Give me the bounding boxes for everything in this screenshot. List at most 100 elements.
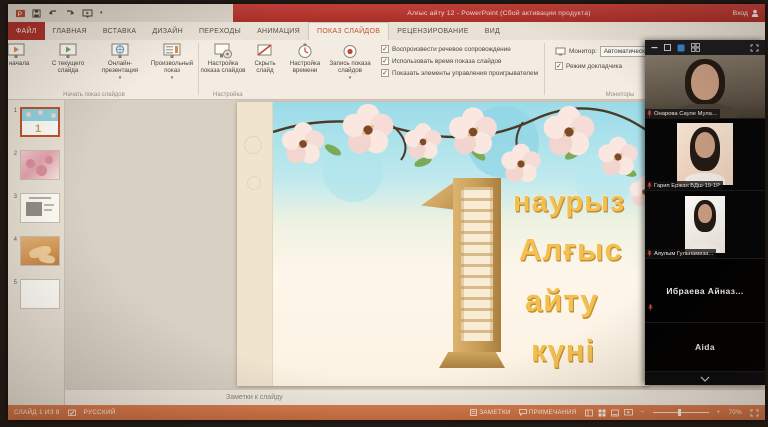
window-title: Алғыс айту 12 - PowerPoint (Сбой активац… xyxy=(407,10,590,17)
notes-pane[interactable]: Заметки к слайду xyxy=(66,389,765,405)
reading-view-icon[interactable] xyxy=(611,409,619,417)
setup-slideshow-icon xyxy=(213,43,233,60)
zoom-meeting-panel: Онарова Сауле Мула... Гарип Ержан БДш-19… xyxy=(645,40,765,385)
thumbnail-image[interactable] xyxy=(20,150,60,180)
rehearse-timings-icon xyxy=(296,43,314,60)
monitor-label: Монитор: xyxy=(569,48,597,55)
save-icon[interactable] xyxy=(32,9,41,18)
participant-name-bar: Онарова Сауле Мула... xyxy=(645,109,720,118)
monitor-select-value: Автоматически xyxy=(604,48,649,55)
thumbnail-image[interactable] xyxy=(20,279,60,309)
thumbnail-image[interactable]: 1 xyxy=(20,107,60,137)
tab-design[interactable]: ДИЗАЙН xyxy=(144,22,191,40)
muted-mic-icon xyxy=(648,304,653,311)
participant-face xyxy=(677,123,733,185)
checkbox-use-timings[interactable]: ✓ Использовать время показа слайдов xyxy=(381,57,538,65)
thumbnail-slide-3[interactable]: 3 xyxy=(10,193,61,223)
slideshow-view-icon[interactable] xyxy=(624,409,633,417)
zoom-slider-thumb[interactable] xyxy=(678,409,681,416)
comments-toggle-button[interactable]: ПРИМЕЧАНИЯ xyxy=(519,409,577,416)
custom-show-icon xyxy=(162,43,182,60)
tab-home[interactable]: ГЛАВНАЯ xyxy=(45,22,95,40)
present-online-button[interactable]: Онлайн-презентация ▾ xyxy=(94,40,146,90)
tab-review[interactable]: РЕЦЕНЗИРОВАНИЕ xyxy=(389,22,477,40)
speaker-view-icon[interactable] xyxy=(664,44,671,51)
normal-view-icon[interactable] xyxy=(585,409,593,417)
notes-icon xyxy=(470,409,477,416)
participant-video-3[interactable]: Аяулым Гульнамиза... xyxy=(645,191,765,259)
checkbox-icon: ✓ xyxy=(381,57,389,65)
thumbnail-art xyxy=(44,204,54,206)
checkbox-show-media-controls[interactable]: ✓ Показать элементы управления проигрыва… xyxy=(381,69,538,77)
muted-mic-icon xyxy=(647,110,652,117)
undo-icon[interactable] xyxy=(48,9,58,18)
participant-video-2[interactable]: Гарип Ержан БДш-19-1Р xyxy=(645,119,765,191)
minimize-icon[interactable] xyxy=(651,44,658,51)
from-current-slide-button[interactable]: С текущего слайда xyxy=(42,40,94,90)
thumbnail-number: 4 xyxy=(10,236,17,266)
sign-in-button[interactable]: Вход xyxy=(733,4,759,22)
participant-video-1[interactable]: Онарова Сауле Мула... xyxy=(645,55,765,119)
participant-video-5[interactable]: Aida xyxy=(645,323,765,372)
checkbox-icon: ✓ xyxy=(381,45,389,53)
checkbox-play-narrations[interactable]: ✓ Воспроизвести речевое сопровождение xyxy=(381,45,538,53)
participant-name: Онарова Сауле Мула... xyxy=(654,111,717,117)
panel-collapse-button[interactable] xyxy=(645,372,765,385)
checkbox-label: Воспроизвести речевое сопровождение xyxy=(392,46,511,53)
thumbnail-slide-5[interactable]: 5 xyxy=(10,279,61,309)
thumbnail-art xyxy=(21,237,59,265)
thumbnail-slide-1[interactable]: 1 1 xyxy=(10,107,61,137)
comments-icon xyxy=(519,409,527,416)
zoom-slider[interactable] xyxy=(653,412,709,413)
hide-slide-button[interactable]: Скрыть слайд xyxy=(247,40,283,90)
fit-to-window-icon[interactable] xyxy=(750,409,759,417)
thumbnail-number: 5 xyxy=(10,279,17,309)
slide-ornament-band xyxy=(237,102,273,386)
group-label-setup: Настройка xyxy=(199,92,544,98)
tab-transitions[interactable]: ПЕРЕХОДЫ xyxy=(191,22,249,40)
active-view-icon[interactable] xyxy=(677,44,685,52)
tab-animations[interactable]: АНИМАЦИЯ xyxy=(249,22,308,40)
redo-icon[interactable] xyxy=(65,9,75,18)
tab-view[interactable]: ВИД xyxy=(477,22,508,40)
participant-video-4[interactable]: Ибраева Айназ... xyxy=(645,259,765,323)
participant-name: Ибраева Айназ... xyxy=(645,259,765,322)
slide-sorter-view-icon[interactable] xyxy=(598,409,606,417)
slide-canvas[interactable]: наурыз Алғыс айту күні xyxy=(237,102,649,386)
powerpoint-window: P ▾ Алғыс айту 12 - PowerPoint (Сбой акт… xyxy=(8,4,765,420)
record-slideshow-button[interactable]: Запись показа слайдов ▾ xyxy=(327,40,373,90)
from-beginning-icon xyxy=(8,43,26,60)
qat-customize-icon[interactable]: ▾ xyxy=(100,10,103,16)
from-beginning-button[interactable]: С начала xyxy=(8,40,42,90)
tab-slideshow[interactable]: ПОКАЗ СЛАЙДОВ xyxy=(308,22,389,40)
record-slideshow-icon xyxy=(341,43,359,60)
group-start-slideshow: С начала С текущего слайда Онлайн-презен… xyxy=(8,40,198,99)
zoom-level[interactable]: 70% xyxy=(728,409,742,416)
thumbnail-image[interactable] xyxy=(20,193,60,223)
thumbnail-image[interactable] xyxy=(20,236,60,266)
muted-mic-icon xyxy=(647,250,652,257)
exit-fullscreen-icon[interactable] xyxy=(750,44,759,52)
start-slideshow-icon[interactable] xyxy=(82,9,93,18)
spellcheck-icon[interactable] xyxy=(68,409,76,417)
rehearse-timings-button[interactable]: Настройка времени xyxy=(283,40,327,90)
slide-text-line3: айту xyxy=(525,283,599,319)
thumbnail-number: 3 xyxy=(10,193,17,223)
muted-mic-icon xyxy=(647,182,652,189)
gallery-view-icon[interactable] xyxy=(691,43,700,52)
language-indicator[interactable]: РУССКИЙ xyxy=(84,409,116,416)
thumbnail-art xyxy=(29,197,51,199)
app-icon: P xyxy=(16,9,25,18)
tab-insert[interactable]: ВСТАВКА xyxy=(95,22,145,40)
tab-file[interactable]: ФАЙЛ xyxy=(8,22,45,40)
slide-text-line4: күні xyxy=(531,333,595,369)
slide-text-line2: Алғыс xyxy=(519,232,623,268)
zoom-in-button[interactable]: + xyxy=(717,409,721,416)
custom-show-button[interactable]: Произвольный показ ▾ xyxy=(146,40,198,90)
thumbnail-slide-2[interactable]: 2 xyxy=(10,150,61,180)
setup-slideshow-button[interactable]: Настройка показа слайдов xyxy=(199,40,247,90)
notes-toggle-button[interactable]: ЗАМЕТКИ xyxy=(470,409,511,416)
zoom-out-button[interactable]: − xyxy=(641,409,645,416)
thumbnail-slide-4[interactable]: 4 xyxy=(10,236,61,266)
quick-access-toolbar: P ▾ xyxy=(8,4,233,22)
